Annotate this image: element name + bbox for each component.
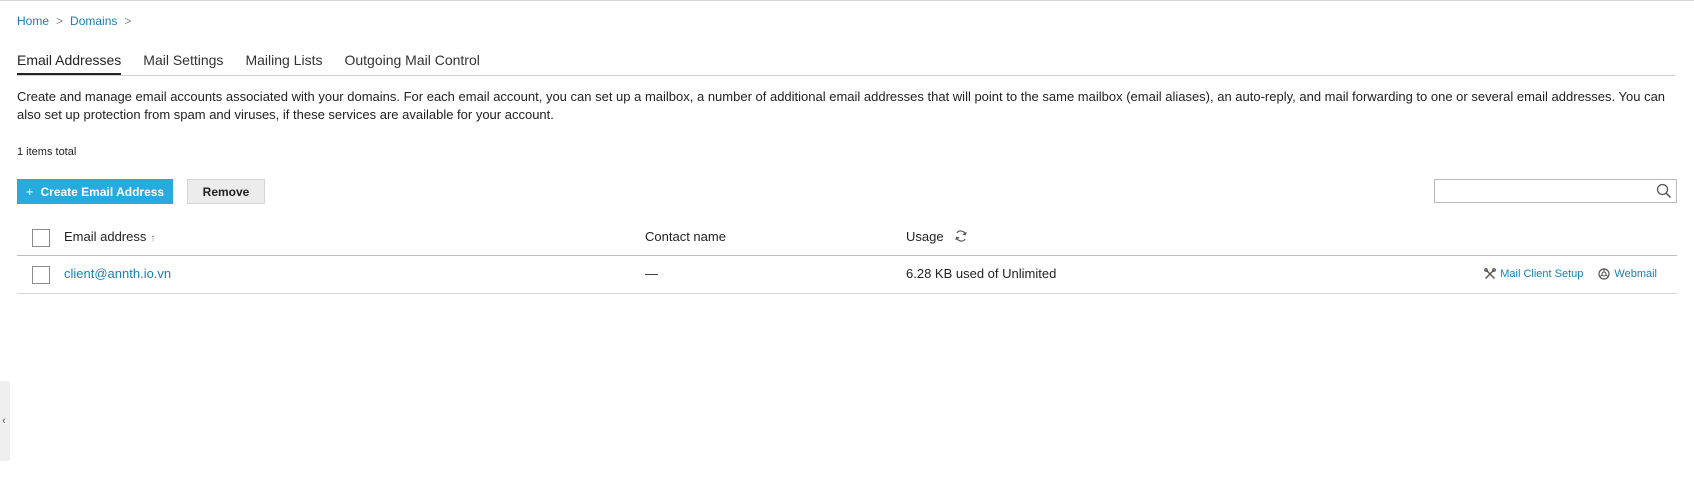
tab-outgoing-mail-control[interactable]: Outgoing Mail Control [344,52,479,75]
table-row: client@annth.io.vn — 6.28 KB used of Unl… [17,257,1677,294]
column-usage-label: Usage [906,229,944,244]
usage-cell: 6.28 KB used of Unlimited [906,266,1057,281]
chevron-left-icon: ‹ [2,415,6,427]
search-input[interactable] [1435,180,1645,202]
column-email-address[interactable]: Email address ↑ [64,229,155,244]
webmail-icon [1598,268,1611,280]
page-description: Create and manage email accounts associa… [17,89,1666,122]
top-divider [0,0,1694,1]
column-email-address-label: Email address [64,229,147,244]
tab-mailing-lists[interactable]: Mailing Lists [245,52,322,75]
sidebar-toggle-handle[interactable]: ‹ [0,381,10,461]
select-all-checkbox[interactable] [32,229,50,247]
chevron-right-icon: > [124,14,132,28]
row-actions: Mail Client Setup Webmail [1469,268,1657,280]
email-address-cell: client@annth.io.vn [64,266,171,281]
webmail-label: Webmail [1614,268,1657,280]
chevron-right-icon: > [56,14,64,28]
contact-name-cell: — [645,266,658,281]
column-usage: Usage [906,229,968,244]
search-icon[interactable] [1656,183,1672,199]
plus-icon: + [25,184,34,199]
remove-button[interactable]: Remove [187,179,265,204]
sort-arrow-icon: ↑ [150,233,156,244]
tab-bar: Email Addresses Mail Settings Mailing Li… [17,52,1675,76]
breadcrumb: Home > Domains > [17,14,138,28]
breadcrumb-home-link[interactable]: Home [17,14,49,28]
search-box [1434,179,1677,203]
email-address-link[interactable]: client@annth.io.vn [64,266,171,281]
table-header: Email address ↑ Contact name Usage [17,222,1677,256]
mail-client-setup-label: Mail Client Setup [1500,268,1584,280]
breadcrumb-domains-link[interactable]: Domains [70,14,117,28]
items-total-count: 1 items total [17,146,77,158]
tools-icon [1484,268,1497,279]
tab-mail-settings[interactable]: Mail Settings [143,52,223,75]
create-email-address-button[interactable]: + Create Email Address [17,179,173,204]
refresh-icon[interactable] [954,229,968,243]
tab-email-addresses[interactable]: Email Addresses [17,52,122,75]
webmail-link[interactable]: Webmail [1598,268,1657,280]
mail-client-setup-link[interactable]: Mail Client Setup [1484,268,1583,280]
column-contact-name[interactable]: Contact name [645,229,726,244]
row-checkbox[interactable] [32,266,50,284]
create-email-address-label: Create Email Address [40,184,165,199]
